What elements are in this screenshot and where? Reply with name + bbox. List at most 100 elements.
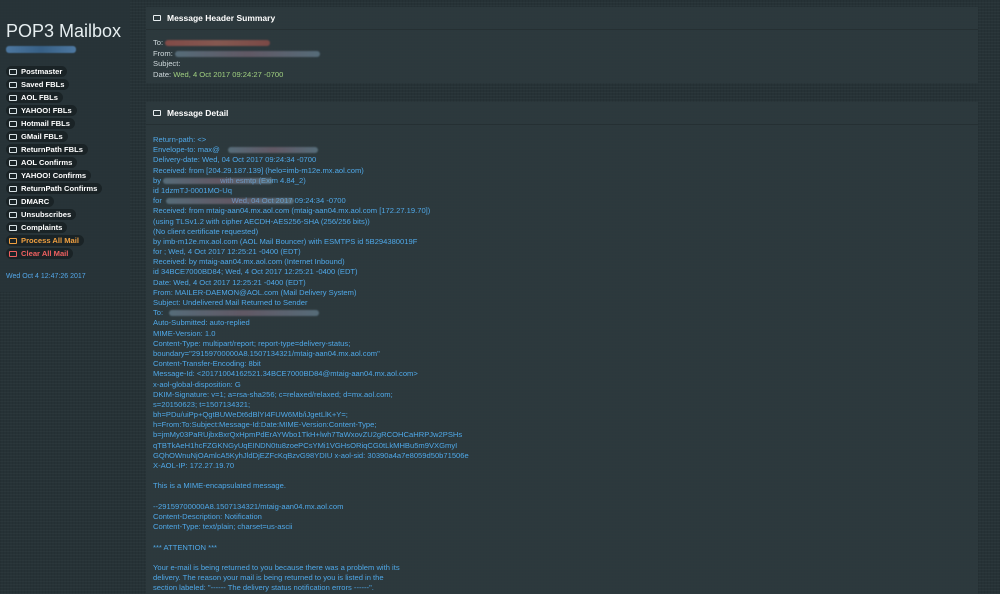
detail-line: DKIM-Signature: v=1; a=rsa-sha256; c=rel… xyxy=(153,390,973,400)
sidebar-item-label: ReturnPath Confirms xyxy=(21,184,98,193)
detail-line: Return-path: <> xyxy=(153,135,973,145)
detail-line: id 34BCE7000BD84; Wed, 4 Oct 2017 12:25:… xyxy=(153,267,973,277)
detail-line-text: boundary="29159700000A8.1507134321/mtaig… xyxy=(153,348,380,358)
detail-line: MIME-Version: 1.0 xyxy=(153,329,973,339)
header-summary-panel: Message Header Summary To: From: Subject… xyxy=(146,7,978,83)
redacted-account-label xyxy=(6,46,76,53)
sidebar-item-label: GMail FBLs xyxy=(21,132,63,141)
detail-line-text: (No client certificate requested) xyxy=(153,226,259,236)
detail-line-text: To: xyxy=(153,308,164,318)
detail-line-text: delivery. The reason your mail is being … xyxy=(153,573,384,583)
sidebar-item-yahoo-confirms[interactable]: YAHOO! Confirms xyxy=(6,170,92,181)
inbox-icon xyxy=(9,159,17,166)
summary-date-row: Date: Wed, 4 Oct 2017 09:24:27 -0700 xyxy=(153,70,320,81)
detail-line xyxy=(153,553,973,563)
sidebar-timestamp: Wed Oct 4 12:47:26 2017 xyxy=(6,273,86,280)
sidebar-item-label: Hotmail FBLs xyxy=(21,119,70,128)
detail-line: by imb-m12e.mx.aol.com (AOL Mail Bouncer… xyxy=(153,237,973,247)
sidebar-item-label: AOL FBLs xyxy=(21,93,58,102)
detail-line-text: *** ATTENTION *** xyxy=(153,542,217,552)
detail-line: s=20150623; t=1507134321; xyxy=(153,400,973,410)
message-detail-panel: Message Detail Return-path: <> Envelope-t… xyxy=(146,102,978,594)
detail-line-text: id 34BCE7000BD84; Wed, 4 Oct 2017 12:25:… xyxy=(153,267,358,277)
panel-header: Message Detail xyxy=(146,102,978,125)
inbox-icon xyxy=(9,107,17,114)
sidebar-item-gmail-fbls[interactable]: GMail FBLs xyxy=(6,131,68,142)
inbox-icon xyxy=(153,110,161,116)
sidebar-item-label: Postmaster xyxy=(21,67,63,76)
summary-body: To: From: Subject: Date: Wed, 4 Oct 2017… xyxy=(153,38,320,80)
detail-line-text: s=20150623; t=1507134321; xyxy=(153,399,251,409)
inbox-icon xyxy=(9,224,17,231)
detail-line: for ; Wed, 4 Oct 2017 12:25:21 -0400 (ED… xyxy=(153,247,973,257)
inbox-icon xyxy=(9,198,17,205)
detail-line xyxy=(153,471,973,481)
sidebar-item-label: Unsubscribes xyxy=(21,210,72,219)
detail-line-text: MIME-Version: 1.0 xyxy=(153,328,216,338)
sidebar-item-postmaster[interactable]: Postmaster xyxy=(6,66,68,77)
sidebar-item-hotmail-fbls[interactable]: Hotmail FBLs xyxy=(6,118,75,129)
inbox-icon xyxy=(9,172,17,179)
detail-line: (No client certificate requested) xyxy=(153,227,973,237)
detail-line: Received: from mtaig-aan04.mx.aol.com (m… xyxy=(153,206,973,216)
detail-line: Your e-mail is being returned to you bec… xyxy=(153,563,973,573)
detail-line: Message-Id: <20171004162521.34BCE7000BD8… xyxy=(153,369,973,379)
sidebar-item-saved-fbls[interactable]: Saved FBLs xyxy=(6,79,70,90)
detail-line-text: by imb-m12e.mx.aol.com (AOL Mail Bouncer… xyxy=(153,236,418,246)
detail-line-text: Content-Description: Notification xyxy=(153,511,262,521)
detail-line: Content-Transfer-Encoding: 8bit xyxy=(153,359,973,369)
detail-line-text: qTBTkAeH1hcFZGKNGyUqEINDN0tu8zoePCsYMi1V… xyxy=(153,440,458,450)
sidebar-item-label: Complaints xyxy=(21,223,63,232)
detail-line: by with esmtp (Exim 4.84_2) xyxy=(153,176,973,186)
redacted-text xyxy=(163,177,273,184)
detail-line-text: Message-Id: <20171004162521.34BCE7000BD8… xyxy=(153,369,418,379)
sidebar-item-aol-fbls[interactable]: AOL FBLs xyxy=(6,92,63,103)
detail-line: id 1dzmTJ-0001MO-Uq xyxy=(153,186,973,196)
sidebar-item-aol-confirms[interactable]: AOL Confirms xyxy=(6,157,78,168)
process-all-mail-button[interactable]: Process All Mail xyxy=(6,235,84,246)
detail-line-text: id 1dzmTJ-0001MO-Uq xyxy=(153,185,232,195)
detail-line-text: Date: Wed, 4 Oct 2017 12:25:21 -0400 (ED… xyxy=(153,277,306,287)
detail-line: section labeled: "------ The delivery st… xyxy=(153,583,973,593)
clear-all-mail-button[interactable]: Clear All Mail xyxy=(6,248,74,259)
sidebar-item-label: ReturnPath FBLs xyxy=(21,145,84,154)
detail-line: delivery. The reason your mail is being … xyxy=(153,573,973,583)
detail-line: To: xyxy=(153,308,973,318)
inbox-icon xyxy=(9,133,17,140)
detail-line: (using TLSv1.2 with cipher AECDH-AES256-… xyxy=(153,217,973,227)
detail-line-text: Content-Type: multipart/report; report-t… xyxy=(153,338,351,348)
detail-line: Auto-Submitted: auto-replied xyxy=(153,318,973,328)
sidebar-item-returnpath-confirms[interactable]: ReturnPath Confirms xyxy=(6,183,103,194)
detail-line-text: x-aol-global-disposition: G xyxy=(153,379,241,389)
sidebar-item-yahoo-fbls[interactable]: YAHOO! FBLs xyxy=(6,105,77,116)
detail-line: Subject: Undelivered Mail Returned to Se… xyxy=(153,298,973,308)
sidebar-item-returnpath-fbls[interactable]: ReturnPath FBLs xyxy=(6,144,89,155)
inbox-icon xyxy=(153,15,161,21)
detail-line: for Wed, 04 Oct 2017 09:24:34 -0700 xyxy=(153,196,973,206)
sidebar-item-complaints[interactable]: Complaints xyxy=(6,222,68,233)
detail-line: --29159700000A8.1507134321/mtaig-aan04.m… xyxy=(153,502,973,512)
to-label: To: xyxy=(153,38,164,47)
detail-line: h=From:To:Subject:Message-Id:Date:MIME-V… xyxy=(153,420,973,430)
detail-line: bh=PDu/uiPp+QgtBUWeDt6dBlYI4FUW6Mb/iJget… xyxy=(153,410,973,420)
panel-title: Message Header Summary xyxy=(167,13,276,23)
inbox-icon xyxy=(9,211,17,218)
inbox-icon xyxy=(9,250,17,257)
inbox-icon xyxy=(9,146,17,153)
subject-label: Subject: xyxy=(153,59,181,68)
detail-line: From: MAILER-DAEMON@AOL.com (Mail Delive… xyxy=(153,288,973,298)
detail-line-text: From: MAILER-DAEMON@AOL.com (Mail Delive… xyxy=(153,287,357,297)
sidebar-nav: Postmaster Saved FBLs AOL FBLs YAHOO! FB… xyxy=(6,66,130,261)
detail-line: Envelope-to: max@ xyxy=(153,145,973,155)
detail-line-text: for ; Wed, 4 Oct 2017 12:25:21 -0400 (ED… xyxy=(153,247,301,257)
detail-line: qTBTkAeH1hcFZGKNGyUqEINDN0tu8zoePCsYMi1V… xyxy=(153,441,973,451)
panel-title: Message Detail xyxy=(167,108,229,118)
sidebar-item-dmarc[interactable]: DMARC xyxy=(6,196,55,207)
sidebar-item-unsubscribes[interactable]: Unsubscribes xyxy=(6,209,77,220)
inbox-icon xyxy=(9,237,17,244)
detail-line-text: Your e-mail is being returned to you bec… xyxy=(153,562,400,572)
redacted-to-address xyxy=(165,40,271,46)
sidebar-item-label: DMARC xyxy=(21,197,50,206)
detail-line-text: Envelope-to: max@ xyxy=(153,145,220,155)
detail-line-text: X-AOL-IP: 172.27.19.70 xyxy=(153,461,235,470)
